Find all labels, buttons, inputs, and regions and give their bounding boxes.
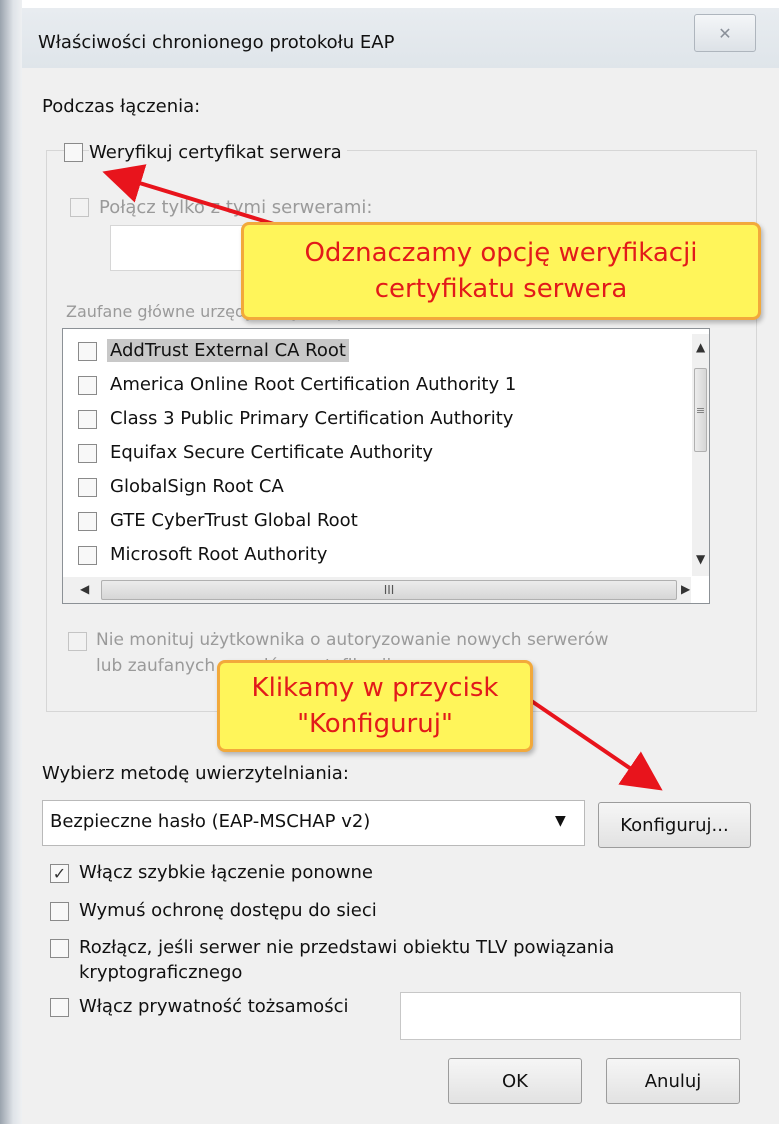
callout-line: Odznaczamy opcję weryfikacji — [304, 238, 698, 268]
callout-line: certyfikatu serwera — [374, 274, 628, 304]
annotation-arrows — [102, 164, 663, 791]
annotation-callout-uncheck: Odznaczamy opcję weryfikacji certyfikatu… — [241, 222, 761, 320]
callout-line: Klikamy w przycisk — [251, 673, 499, 703]
callout-line: "Konfiguruj" — [297, 709, 453, 739]
annotation-callout-configure: Klikamy w przycisk "Konfiguruj" — [217, 660, 533, 752]
arrow-to-configure — [528, 698, 663, 791]
